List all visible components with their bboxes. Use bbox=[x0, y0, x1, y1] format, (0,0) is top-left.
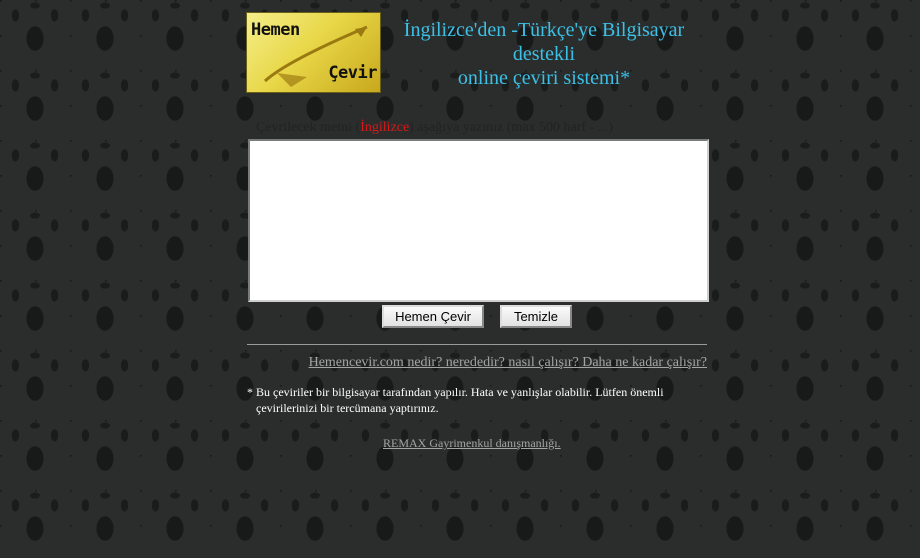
source-text-input[interactable] bbox=[248, 139, 709, 302]
instruction-suffix: ) aşağıya yazınız (max 500 harf - ...) bbox=[409, 120, 613, 135]
logo-word-hemen: Hemen bbox=[251, 20, 300, 40]
disclaimer-line-2: çevirilerinizi bir tercümana yaptırınız. bbox=[256, 401, 439, 415]
headline-line-1: İngilizce'den -Türkçe'ye Bilgisayar bbox=[403, 19, 685, 41]
divider bbox=[247, 344, 707, 345]
faq-link[interactable]: Hemencevir.com nedir? nerededir? nasıl ç… bbox=[247, 355, 707, 371]
disclaimer-note: * Bu çeviriler bir bilgisayar tarafından… bbox=[247, 384, 717, 416]
disclaimer-line-1: * Bu çeviriler bir bilgisayar tarafından… bbox=[247, 385, 664, 399]
headline-line-2: destekli bbox=[512, 43, 576, 65]
page-headline: İngilizce'den -Türkçe'ye Bilgisayar dest… bbox=[387, 18, 701, 90]
input-instruction: Çevrilecek metni (İngilizce) aşağıya yaz… bbox=[256, 120, 613, 136]
hemen-cevir-logo: Hemen Çevir bbox=[246, 12, 381, 93]
clear-button[interactable]: Temizle bbox=[500, 305, 572, 328]
logo-word-cevir: Çevir bbox=[328, 63, 377, 83]
headline-line-3: online çeviri sistemi* bbox=[457, 67, 631, 89]
translate-button[interactable]: Hemen Çevir bbox=[382, 305, 484, 328]
source-language-label: İngilizce bbox=[360, 120, 410, 135]
instruction-prefix: Çevrilecek metni ( bbox=[256, 120, 361, 135]
remax-link[interactable]: REMAX Gayrimenkul danışmanlığı. bbox=[383, 436, 561, 451]
